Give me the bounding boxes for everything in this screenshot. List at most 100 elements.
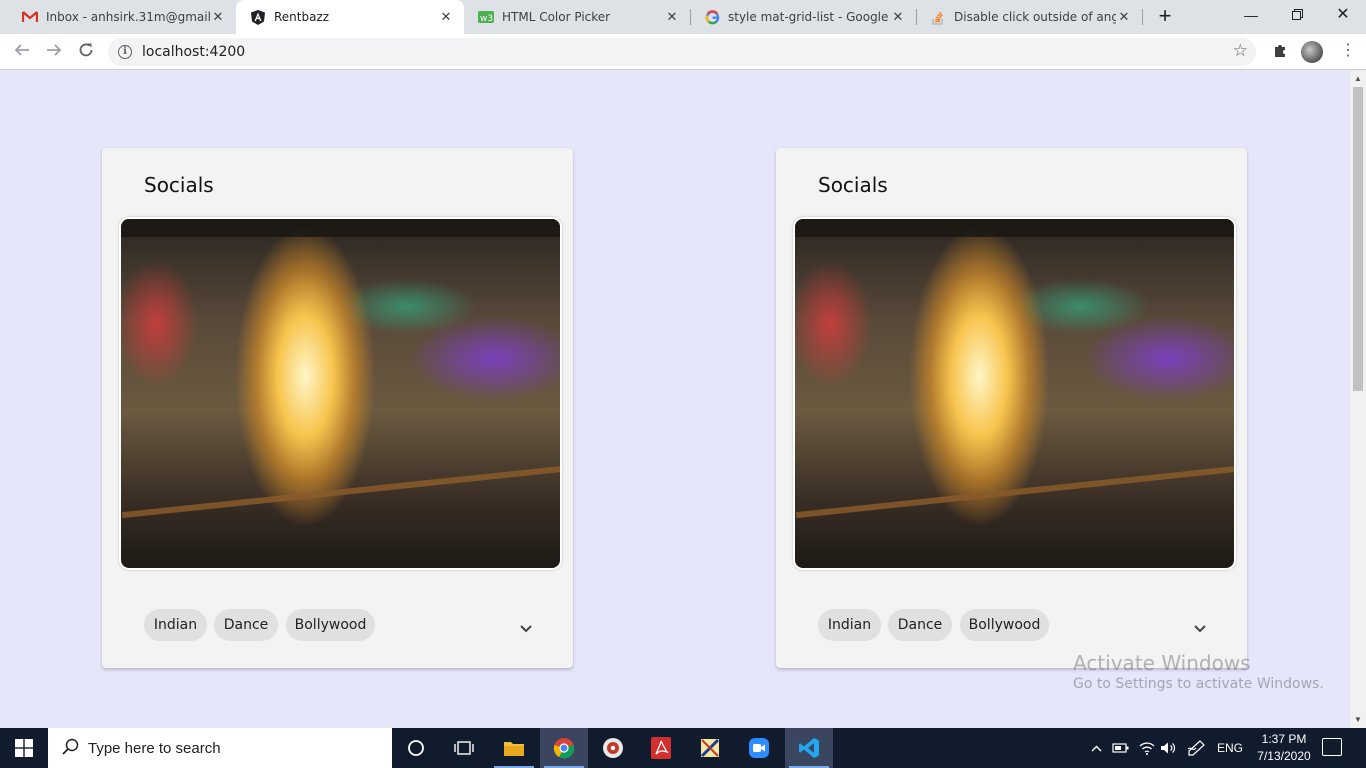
media-player-app[interactable] bbox=[589, 728, 637, 768]
close-window-button[interactable]: ✕ bbox=[1320, 0, 1366, 32]
file-explorer-app[interactable] bbox=[490, 728, 538, 768]
restore-icon bbox=[1291, 9, 1303, 20]
restore-button[interactable] bbox=[1274, 0, 1320, 32]
photo-ceiling bbox=[121, 219, 560, 237]
wifi-icon[interactable] bbox=[1136, 728, 1158, 768]
tab-title: Inbox - anhsirk.31m@gmail.co bbox=[46, 10, 210, 24]
scrollbar-thumb[interactable] bbox=[1353, 87, 1363, 391]
expand-button[interactable] bbox=[514, 616, 538, 640]
expand-button[interactable] bbox=[1188, 616, 1212, 640]
chip-dance[interactable]: Dance bbox=[214, 609, 278, 641]
cortana-button[interactable] bbox=[392, 728, 440, 768]
snipping-tool-app[interactable] bbox=[686, 728, 734, 768]
tab-close-icon[interactable]: ✕ bbox=[210, 9, 226, 25]
chip-dance[interactable]: Dance bbox=[888, 609, 952, 641]
tab-title: Disable click outside of angula bbox=[954, 10, 1116, 24]
card-image bbox=[119, 217, 562, 570]
site-info-icon[interactable]: i bbox=[118, 45, 132, 59]
restaurant-photo bbox=[121, 219, 560, 568]
reload-button[interactable] bbox=[73, 39, 99, 65]
taskbar-clock[interactable]: 1:37 PM 7/13/2020 bbox=[1252, 731, 1316, 765]
tab-html-color-picker[interactable]: w3 HTML Color Picker ✕ bbox=[464, 0, 690, 34]
clock-time: 1:37 PM bbox=[1261, 732, 1307, 746]
pdf-icon bbox=[651, 737, 671, 759]
battery-icon[interactable] bbox=[1110, 728, 1132, 768]
restaurant-photo bbox=[795, 219, 1234, 568]
back-button[interactable] bbox=[9, 39, 35, 65]
tab-rentbazz[interactable]: Rentbazz ✕ bbox=[236, 0, 464, 34]
browser-menu-button[interactable]: ⋮ bbox=[1340, 40, 1356, 64]
windows-taskbar: Type here to search ENG 1:37 PM 7/13/202… bbox=[0, 728, 1366, 768]
address-bar[interactable]: i localhost:4200 ☆ bbox=[108, 38, 1256, 66]
scroll-up-arrow-icon[interactable]: ▲ bbox=[1350, 72, 1366, 86]
taskbar-search[interactable]: Type here to search bbox=[48, 728, 392, 768]
windows-logo-icon bbox=[15, 739, 33, 757]
folder-icon bbox=[504, 742, 524, 756]
task-view-button[interactable] bbox=[440, 728, 488, 768]
browser-toolbar: i localhost:4200 ☆ bbox=[0, 34, 1366, 70]
social-card: Socials Indian Dance Bollywood bbox=[102, 148, 573, 668]
task-view-icon bbox=[454, 741, 474, 755]
tab-close-icon[interactable]: ✕ bbox=[890, 9, 906, 25]
photo-railing bbox=[121, 465, 560, 519]
pen-workspace-icon[interactable] bbox=[1184, 728, 1208, 768]
cortana-circle-icon bbox=[408, 740, 424, 756]
new-tab-button[interactable]: + bbox=[1154, 5, 1176, 28]
photo-railing bbox=[795, 465, 1234, 519]
snipping-tool-icon bbox=[700, 738, 720, 758]
card-image bbox=[793, 217, 1236, 570]
chip-bollywood[interactable]: Bollywood bbox=[960, 609, 1049, 641]
tab-title: style mat-grid-list - Google Se bbox=[728, 10, 890, 24]
tab-close-icon[interactable]: ✕ bbox=[664, 9, 680, 25]
social-card: Socials Indian Dance Bollywood bbox=[776, 148, 1247, 668]
volume-icon[interactable] bbox=[1158, 728, 1180, 768]
page-viewport: Socials Indian Dance Bollywood Socials I… bbox=[0, 71, 1350, 728]
minimize-button[interactable]: — bbox=[1228, 0, 1274, 32]
scroll-down-arrow-icon[interactable]: ▼ bbox=[1350, 713, 1366, 727]
media-player-icon bbox=[603, 738, 623, 758]
reload-icon bbox=[79, 43, 93, 57]
photo-ceiling bbox=[795, 219, 1234, 237]
tab-title: Rentbazz bbox=[274, 10, 330, 24]
tab-close-icon[interactable]: ✕ bbox=[1116, 9, 1132, 25]
notification-center-icon[interactable] bbox=[1322, 738, 1342, 756]
pdf-reader-app[interactable] bbox=[637, 728, 685, 768]
zoom-app[interactable] bbox=[735, 728, 783, 768]
browser-tab-strip: Inbox - anhsirk.31m@gmail.co ✕ Rentbazz … bbox=[0, 0, 1366, 34]
card-title: Socials bbox=[818, 173, 888, 197]
stackoverflow-icon bbox=[930, 9, 946, 25]
language-indicator[interactable]: ENG bbox=[1212, 728, 1248, 768]
url-text: localhost:4200 bbox=[142, 44, 246, 60]
chevron-down-icon bbox=[1194, 625, 1206, 633]
clock-date: 7/13/2020 bbox=[1257, 749, 1311, 763]
search-icon bbox=[62, 738, 79, 755]
activate-windows-subtitle: Go to Settings to activate Windows. bbox=[1073, 676, 1324, 692]
start-button[interactable] bbox=[0, 728, 48, 768]
tab-stackoverflow[interactable]: Disable click outside of angula ✕ bbox=[916, 0, 1142, 34]
extensions-puzzle-icon[interactable] bbox=[1270, 42, 1290, 62]
activate-windows-title: Activate Windows bbox=[1073, 651, 1251, 675]
chip-bollywood[interactable]: Bollywood bbox=[286, 609, 375, 641]
search-placeholder: Type here to search bbox=[88, 740, 221, 757]
profile-avatar[interactable] bbox=[1301, 41, 1323, 63]
svg-text:w3: w3 bbox=[480, 14, 493, 23]
tab-gmail-inbox[interactable]: Inbox - anhsirk.31m@gmail.co ✕ bbox=[8, 0, 236, 34]
chrome-app[interactable] bbox=[540, 728, 588, 768]
chevron-down-icon bbox=[520, 625, 532, 633]
vertical-scrollbar[interactable]: ▲ ▼ bbox=[1350, 71, 1366, 728]
tray-overflow-chevron-up-icon[interactable] bbox=[1086, 728, 1106, 768]
chip-indian[interactable]: Indian bbox=[818, 609, 881, 641]
angular-icon bbox=[250, 9, 266, 25]
chip-indian[interactable]: Indian bbox=[144, 609, 207, 641]
vscode-icon bbox=[799, 738, 819, 758]
gmail-icon bbox=[22, 9, 38, 25]
bookmark-star-icon[interactable]: ☆ bbox=[1233, 41, 1248, 61]
tab-separator bbox=[1142, 9, 1143, 25]
forward-arrow-icon bbox=[47, 44, 62, 56]
tab-close-icon[interactable]: ✕ bbox=[438, 9, 454, 25]
vscode-app[interactable] bbox=[785, 728, 833, 768]
back-arrow-icon bbox=[14, 44, 29, 56]
tab-google-search[interactable]: style mat-grid-list - Google Se ✕ bbox=[690, 0, 916, 34]
forward-button[interactable] bbox=[41, 39, 67, 65]
w3schools-icon: w3 bbox=[478, 9, 494, 25]
